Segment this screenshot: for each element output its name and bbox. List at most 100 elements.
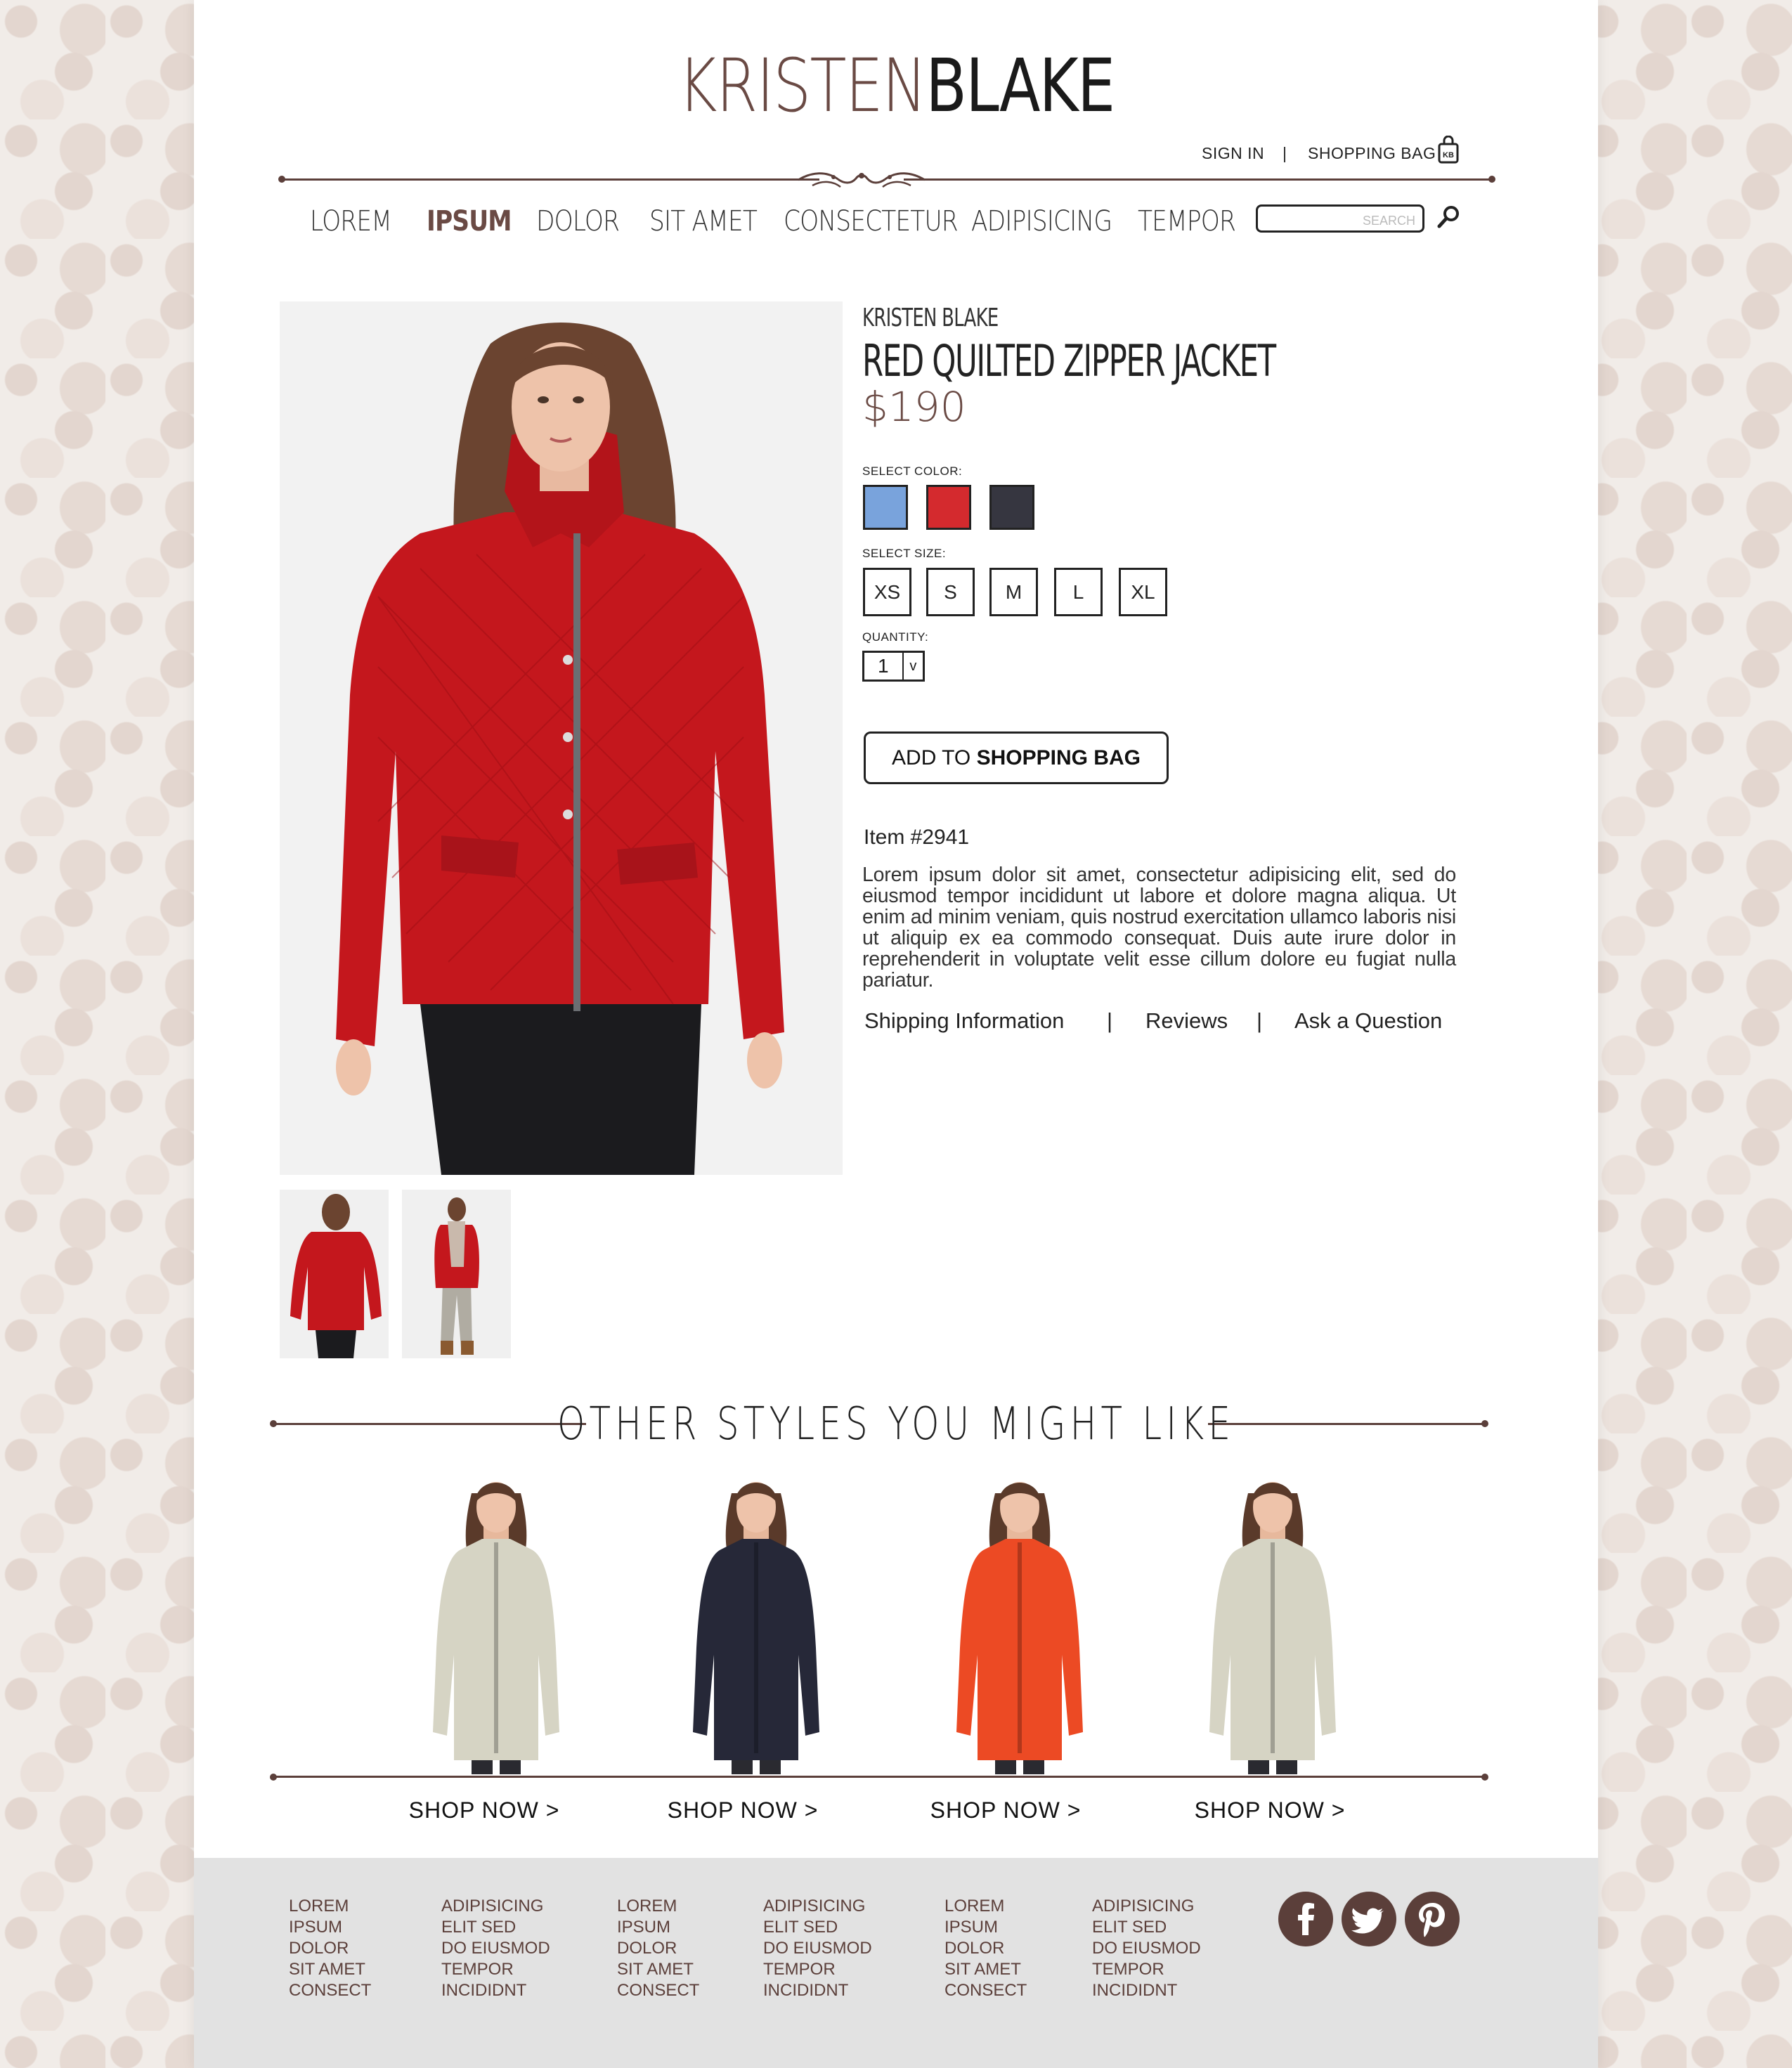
recommended-product-image[interactable] bbox=[928, 1465, 1111, 1774]
logo-first-word: KRISTEN bbox=[677, 43, 927, 129]
shopping-bag-link[interactable]: SHOPPING BAG bbox=[1308, 144, 1436, 163]
nav-item-ipsum[interactable]: IPSUM bbox=[427, 205, 512, 238]
facebook-icon[interactable] bbox=[1278, 1892, 1333, 1946]
footer-column: LOREM IPSUM DOLOR SIT AMET CONSECT bbox=[944, 1896, 1027, 2001]
size-button-m[interactable]: M bbox=[989, 568, 1038, 616]
footer-link[interactable]: SIT AMET bbox=[617, 1959, 699, 1980]
color-label: SELECT COLOR: bbox=[862, 464, 963, 478]
footer bbox=[194, 1858, 1598, 2068]
footer-link[interactable]: DOLOR bbox=[617, 1938, 699, 1959]
footer-link[interactable]: CONSECT bbox=[617, 1980, 699, 2001]
add-to-bag-button[interactable]: ADD TO SHOPPING BAG bbox=[864, 731, 1169, 784]
quantity-select[interactable]: 1 v bbox=[862, 651, 925, 682]
search-input[interactable]: SEARCH bbox=[1256, 204, 1424, 233]
footer-column: ADIPISICING ELIT SED DO EIUSMOD TEMPOR I… bbox=[441, 1896, 550, 2001]
shop-now-button[interactable]: SHOP NOW > bbox=[379, 1797, 590, 1823]
quantity-value: 1 bbox=[864, 653, 904, 679]
recommendations-baseline bbox=[273, 1776, 1484, 1778]
size-button-xs[interactable]: XS bbox=[863, 568, 911, 616]
footer-link[interactable]: ELIT SED bbox=[1092, 1917, 1201, 1938]
footer-link[interactable]: DOLOR bbox=[289, 1938, 371, 1959]
footer-link[interactable]: ADIPISICING bbox=[763, 1896, 872, 1917]
color-swatch-navy[interactable] bbox=[989, 485, 1034, 530]
divider-dot bbox=[270, 1774, 277, 1781]
footer-column: LOREM IPSUM DOLOR SIT AMET CONSECT bbox=[617, 1896, 699, 2001]
shipping-information-link[interactable]: Shipping Information bbox=[864, 1008, 1064, 1034]
product-thumbnail[interactable] bbox=[402, 1190, 511, 1358]
footer-link[interactable]: IPSUM bbox=[944, 1917, 1027, 1938]
product-title: RED QUILTED ZIPPER JACKET bbox=[862, 335, 1276, 386]
recommended-product-image[interactable] bbox=[1181, 1465, 1364, 1774]
footer-link[interactable]: DO EIUSMOD bbox=[763, 1938, 872, 1959]
footer-link[interactable]: DO EIUSMOD bbox=[441, 1938, 550, 1959]
footer-link[interactable]: IPSUM bbox=[617, 1917, 699, 1938]
nav-item-tempor[interactable]: TEMPOR bbox=[1138, 205, 1236, 238]
nav-item-lorem[interactable]: LOREM bbox=[310, 205, 392, 238]
footer-link[interactable]: LOREM bbox=[289, 1896, 371, 1917]
link-separator: | bbox=[1257, 1008, 1263, 1033]
pinterest-icon[interactable] bbox=[1405, 1892, 1460, 1946]
footer-link[interactable]: TEMPOR bbox=[441, 1959, 550, 1980]
footer-link[interactable]: DOLOR bbox=[944, 1938, 1027, 1959]
link-separator: | bbox=[1107, 1008, 1113, 1033]
product-main-image[interactable] bbox=[280, 301, 843, 1175]
nav-item-consectetur[interactable]: CONSECTETUR bbox=[784, 205, 959, 238]
nav-item-adipisicing[interactable]: ADIPISICING bbox=[971, 205, 1112, 238]
footer-link[interactable]: TEMPOR bbox=[763, 1959, 872, 1980]
page-container: KRISTENBLAKE SIGN IN | SHOPPING BAG KB L… bbox=[194, 0, 1598, 2068]
product-price: $190 bbox=[862, 383, 966, 431]
color-swatch-red[interactable] bbox=[926, 485, 971, 530]
sign-in-link[interactable]: SIGN IN bbox=[1202, 144, 1264, 163]
footer-column: ADIPISICING ELIT SED DO EIUSMOD TEMPOR I… bbox=[1092, 1896, 1201, 2001]
nav-item-dolor[interactable]: DOLOR bbox=[536, 205, 620, 238]
bag-badge-text: KB bbox=[1443, 151, 1454, 160]
footer-link[interactable]: SIT AMET bbox=[944, 1959, 1027, 1980]
footer-link[interactable]: IPSUM bbox=[289, 1917, 371, 1938]
shopping-bag-icon[interactable]: KB bbox=[1438, 136, 1459, 164]
footer-link[interactable]: CONSECT bbox=[289, 1980, 371, 2001]
chevron-down-icon[interactable]: v bbox=[904, 653, 923, 679]
product-brand: KRISTEN BLAKE bbox=[862, 304, 999, 332]
quantity-label: QUANTITY: bbox=[862, 630, 929, 644]
footer-link[interactable]: ADIPISICING bbox=[441, 1896, 550, 1917]
footer-link[interactable]: ELIT SED bbox=[763, 1917, 872, 1938]
footer-link[interactable]: TEMPOR bbox=[1092, 1959, 1201, 1980]
footer-link[interactable]: LOREM bbox=[944, 1896, 1027, 1917]
footer-column: LOREM IPSUM DOLOR SIT AMET CONSECT bbox=[289, 1896, 371, 2001]
footer-link[interactable]: INCIDIDNT bbox=[441, 1980, 550, 2001]
reviews-link[interactable]: Reviews bbox=[1145, 1008, 1228, 1034]
footer-link[interactable]: INCIDIDNT bbox=[763, 1980, 872, 2001]
divider-dot bbox=[1488, 176, 1495, 183]
nav-item-sit-amet[interactable]: SIT AMET bbox=[649, 205, 758, 238]
size-button-xl[interactable]: XL bbox=[1119, 568, 1167, 616]
twitter-icon[interactable] bbox=[1342, 1892, 1396, 1946]
shop-now-button[interactable]: SHOP NOW > bbox=[1164, 1797, 1375, 1823]
item-number: Item #2941 bbox=[864, 826, 970, 849]
size-button-s[interactable]: S bbox=[926, 568, 975, 616]
footer-column: ADIPISICING ELIT SED DO EIUSMOD TEMPOR I… bbox=[763, 1896, 872, 2001]
size-button-l[interactable]: L bbox=[1054, 568, 1103, 616]
ask-a-question-link[interactable]: Ask a Question bbox=[1294, 1008, 1442, 1034]
brand-logo[interactable]: KRISTENBLAKE bbox=[320, 49, 1472, 122]
recommended-product-image[interactable] bbox=[665, 1465, 848, 1774]
product-description: Lorem ipsum dolor sit amet, consectetur … bbox=[862, 864, 1456, 991]
shop-now-button[interactable]: SHOP NOW > bbox=[900, 1797, 1111, 1823]
size-label: SELECT SIZE: bbox=[862, 547, 947, 560]
footer-link[interactable]: ADIPISICING bbox=[1092, 1896, 1201, 1917]
footer-link[interactable]: SIT AMET bbox=[289, 1959, 371, 1980]
shop-now-button[interactable]: SHOP NOW > bbox=[637, 1797, 848, 1823]
flourish-ornament-icon bbox=[798, 172, 926, 188]
add-button-prefix: ADD TO bbox=[892, 746, 977, 769]
search-icon[interactable] bbox=[1436, 204, 1462, 229]
footer-link[interactable]: INCIDIDNT bbox=[1092, 1980, 1201, 2001]
footer-link[interactable]: ELIT SED bbox=[441, 1917, 550, 1938]
product-thumbnail[interactable] bbox=[280, 1190, 389, 1358]
footer-link[interactable]: CONSECT bbox=[944, 1980, 1027, 2001]
footer-link[interactable]: DO EIUSMOD bbox=[1092, 1938, 1201, 1959]
footer-link[interactable]: LOREM bbox=[617, 1896, 699, 1917]
recommended-product-image[interactable] bbox=[405, 1465, 587, 1774]
color-swatch-blue[interactable] bbox=[863, 485, 908, 530]
divider-dot bbox=[1481, 1774, 1488, 1781]
divider-dot bbox=[278, 176, 285, 183]
logo-second-word: BLAKE bbox=[926, 43, 1115, 129]
